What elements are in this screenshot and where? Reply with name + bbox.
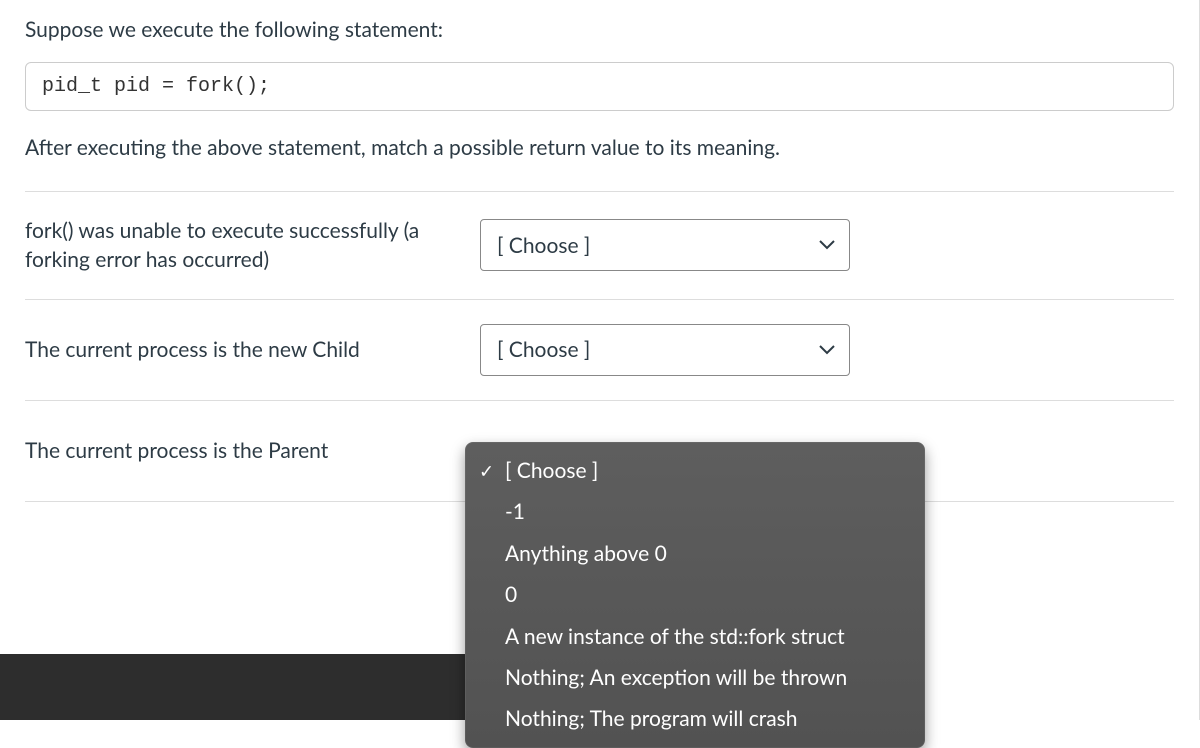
match-prompt-fork-error: fork() was unable to execute successfull… [25, 216, 480, 275]
footer-bar [0, 654, 465, 720]
select-value: [ Choose ] [497, 233, 590, 258]
dropdown-option[interactable]: Anything above 0 [465, 533, 925, 574]
dropdown-option[interactable]: 0 [465, 574, 925, 615]
instruction-text: After executing the above statement, mat… [25, 133, 1174, 162]
select-wrap: [ Choose ] [480, 219, 850, 271]
match-row: The current process is the new Child [ C… [25, 300, 1174, 401]
select-wrap: [ Choose ] [480, 324, 850, 376]
match-row: fork() was unable to execute successfull… [25, 192, 1174, 300]
intro-text: Suppose we execute the following stateme… [25, 15, 1174, 44]
dropdown-option-label: Nothing; The program will crash [505, 706, 797, 731]
dropdown-option-label: [ Choose ] [505, 458, 598, 483]
select-child[interactable]: [ Choose ] [480, 324, 850, 376]
chevron-down-icon [819, 239, 835, 251]
dropdown-option-selected[interactable]: ✓ [ Choose ] [465, 450, 925, 491]
code-block: pid_t pid = fork(); [25, 62, 1174, 111]
dropdown-option[interactable]: Nothing; The program will crash [465, 698, 925, 739]
chevron-down-icon [819, 344, 835, 356]
dropdown-option[interactable]: A new instance of the std::fork struct [465, 616, 925, 657]
dropdown-menu[interactable]: ✓ [ Choose ] -1 Anything above 0 0 A new… [465, 442, 925, 748]
dropdown-option-label: Anything above 0 [505, 541, 667, 566]
check-icon: ✓ [479, 458, 494, 483]
match-prompt-child: The current process is the new Child [25, 335, 480, 364]
dropdown-option-label: Nothing; An exception will be thrown [505, 665, 847, 690]
dropdown-option-label: A new instance of the std::fork struct [505, 624, 845, 649]
select-fork-error[interactable]: [ Choose ] [480, 219, 850, 271]
dropdown-option-label: -1 [505, 499, 525, 524]
match-prompt-parent: The current process is the Parent [25, 436, 480, 465]
dropdown-option-label: 0 [505, 582, 517, 607]
dropdown-option[interactable]: Nothing; An exception will be thrown [465, 657, 925, 698]
select-value: [ Choose ] [497, 337, 590, 362]
dropdown-option[interactable]: -1 [465, 491, 925, 532]
